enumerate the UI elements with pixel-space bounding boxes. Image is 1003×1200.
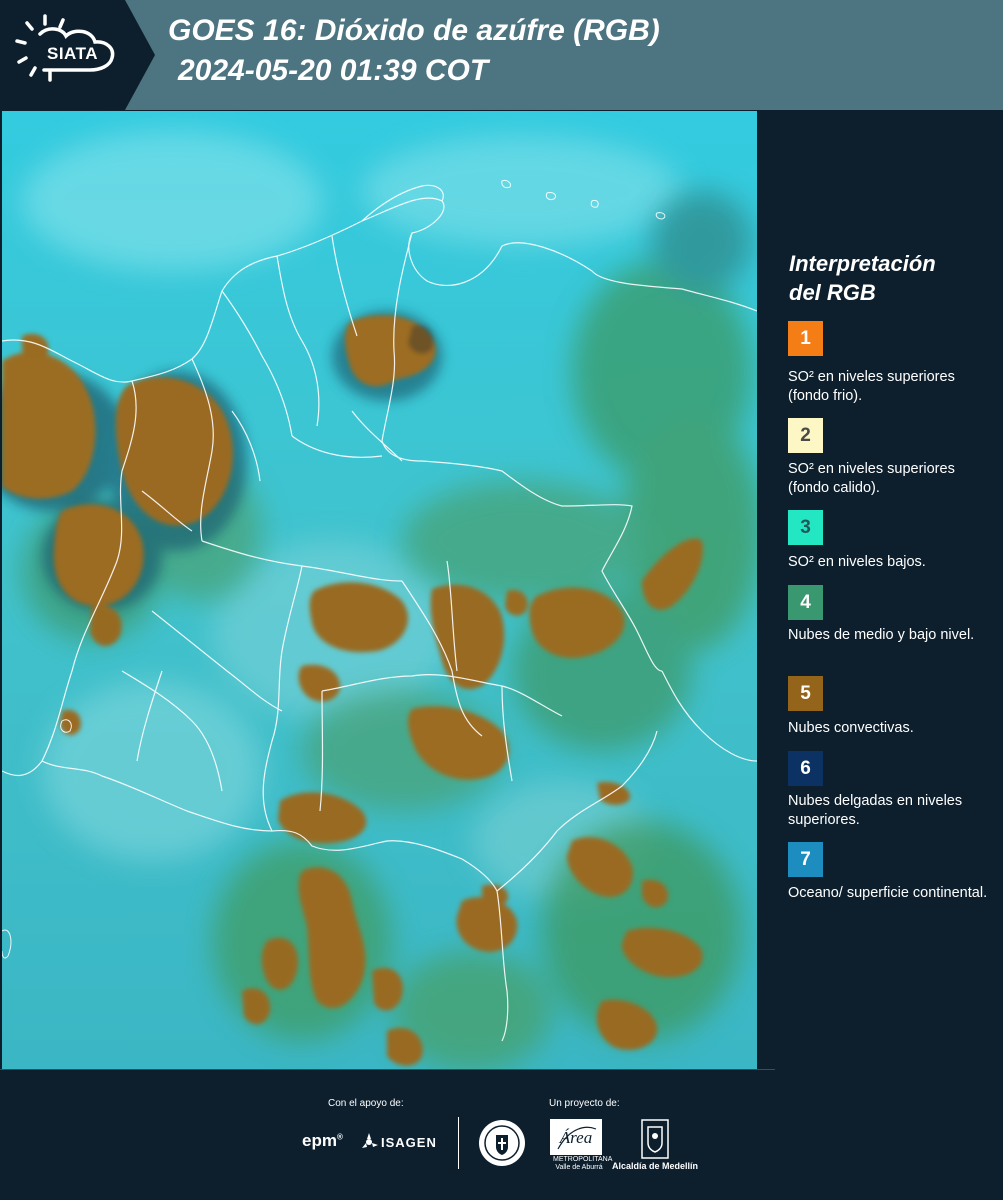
legend-number-1: 1 (800, 327, 811, 349)
university-seal-icon (479, 1120, 525, 1166)
area-metropolitana-logo: Área (550, 1119, 602, 1155)
support-label: Con el apoyo de: (328, 1098, 404, 1109)
legend-number-5: 5 (800, 682, 811, 704)
legend-number-3: 3 (800, 516, 811, 538)
legend-text-6: Nubes delgadas en niveles superiores. (788, 793, 963, 828)
legend-swatch-7: 7 (788, 842, 823, 877)
legend-number-7: 7 (800, 848, 811, 870)
satellite-image (2, 111, 757, 1069)
siata-logo: SIATA (0, 0, 155, 110)
legend-text-1: SO² en niveles superiores (fondo frio). (788, 369, 955, 404)
page-timestamp: 2024-05-20 01:39 COT (178, 54, 489, 87)
legend-swatch-1: 1 (788, 321, 823, 356)
legend-panel: Interpretación del RGB 1 SO² en niveles … (762, 111, 1003, 1069)
legend-number-4: 4 (800, 591, 811, 613)
legend-text-4: Nubes de medio y bajo nivel. (788, 627, 975, 643)
legend-swatch-6: 6 (788, 751, 823, 786)
alcaldia-medellin-label: Alcaldía de Medellín (612, 1161, 699, 1171)
legend-text-2: SO² en niveles superiores (fondo calido)… (788, 461, 955, 496)
isagen-logo: ISAGEN (381, 1135, 437, 1150)
logos-divider (458, 1117, 459, 1169)
project-label: Un proyecto de: (549, 1098, 620, 1109)
footer-divider-line (0, 1069, 775, 1070)
legend-swatch-5: 5 (788, 676, 823, 711)
alcaldia-shield-icon (641, 1119, 669, 1159)
area-metropolitana-subtext: METROPOLITANA Valle de Aburrá (553, 1156, 613, 1171)
isagen-icon (362, 1133, 378, 1148)
legend-title-line1: Interpretación (789, 251, 936, 276)
legend-title: Interpretación del RGB (789, 249, 989, 307)
epm-logo: epm® (302, 1131, 343, 1150)
legend-swatch-2: 2 (788, 418, 823, 453)
legend-text-7: Oceano/ superficie continental. (788, 885, 988, 901)
legend-title-line2: del RGB (789, 280, 876, 305)
footer: Con el apoyo de: Un proyecto de: epm® IS… (0, 1069, 1003, 1200)
satellite-map (2, 111, 757, 1069)
siata-logo-text: SIATA (47, 44, 98, 63)
legend-number-2: 2 (800, 424, 811, 446)
legend-text-5: Nubes convectivas. (788, 720, 914, 736)
legend-swatch-4: 4 (788, 585, 823, 620)
legend-swatch-3: 3 (788, 510, 823, 545)
epm-logo-text: epm (302, 1131, 337, 1150)
page-title: GOES 16: Dióxido de azúfre (RGB) (168, 14, 660, 47)
legend-number-6: 6 (800, 757, 811, 779)
legend-text-3: SO² en niveles bajos. (788, 554, 926, 570)
header: SIATA GOES 16: Dióxido de azúfre (RGB) 2… (0, 0, 1003, 110)
